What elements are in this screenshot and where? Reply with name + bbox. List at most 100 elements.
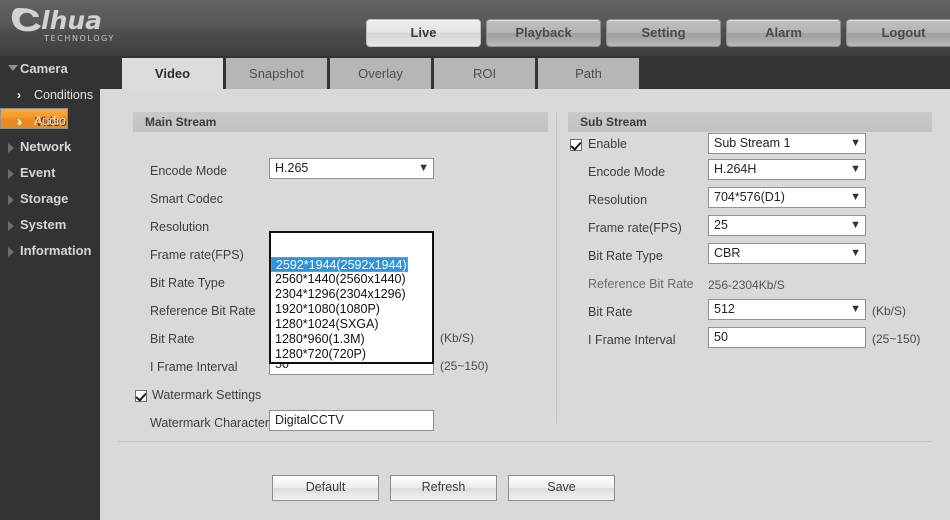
tab-path[interactable]: Path [538,58,639,89]
chevron-down-icon: ▼ [850,137,861,149]
topnav-playback[interactable]: Playback [486,19,601,47]
topnav-alarm[interactable]: Alarm [726,19,841,47]
tab-video[interactable]: Video [122,58,223,89]
resolution-option[interactable]: 2560*1440(2560x1440) [271,272,432,287]
main-i-frame-interval-range: (25~150) [440,359,489,373]
sub-stream-enable-checkbox[interactable] [570,139,582,151]
sidebar-item-storage[interactable]: Storage [0,186,100,212]
sidebar-label-audio: Audio [34,114,66,128]
top-navigation: Live Playback Setting Alarm Logout [366,19,950,47]
sub-i-frame-interval-input[interactable]: 50 [708,327,866,348]
sub-i-frame-interval-value: 50 [714,330,728,344]
sub-i-frame-interval-range: (25~150) [872,332,921,346]
triangle-right-icon [8,247,14,257]
sidebar-item-conditions[interactable]: › Conditions [0,82,100,108]
label-main-bit-rate: Bit Rate [150,332,195,346]
label-main-resolution: Resolution [150,220,210,234]
sub-resolution-value: 704*576(D1) [714,190,785,204]
triangle-right-icon [8,143,14,153]
resolution-option[interactable]: 2304*1296(2304x1296) [271,287,432,302]
sidebar-label-storage: Storage [20,191,69,206]
svg-text:TECHNOLOGY: TECHNOLOGY [43,34,115,43]
main-stream-header: Main Stream [133,112,548,132]
watermark-character-value: DigitalCCTV [275,413,344,427]
sub-bit-rate-type-select[interactable]: CBR ▼ [708,243,866,264]
label-main-frame-rate: Frame rate(FPS) [150,248,244,262]
label-watermark-character: Watermark Character [150,416,270,430]
sidebar-item-system[interactable]: System [0,212,100,238]
label-main-bit-rate-type: Bit Rate Type [150,276,225,290]
footer-divider [118,441,932,442]
sidebar-label-system: System [20,217,67,232]
watermark-settings-checkbox[interactable] [135,390,147,402]
footer-button-row: Default Refresh Save [272,475,615,501]
sub-bit-rate-type-value: CBR [714,246,741,260]
sidebar-label-camera: Camera [20,61,68,76]
tab-roi[interactable]: ROI [434,58,535,89]
sidebar-item-camera[interactable]: Camera [0,56,100,82]
chevron-down-icon: ▼ [418,162,429,174]
resolution-dropdown-open[interactable]: 2592*1944(2592x1944) 2688*1520(2688x1520… [269,231,434,364]
chevron-down-icon: ▼ [850,219,861,231]
label-sub-enable: Enable [588,137,627,151]
sub-stream-value: Sub Stream 1 [714,136,791,150]
sidebar-item-audio[interactable]: › Audio [0,108,100,134]
label-sub-resolution: Resolution [588,193,648,207]
dahua-logo: lhua TECHNOLOGY [8,2,158,46]
topnav-logout[interactable]: Logout [846,19,950,47]
sub-encode-mode-select[interactable]: H.264H ▼ [708,159,866,180]
label-watermark-settings: Watermark Settings [152,388,262,402]
watermark-character-input[interactable]: DigitalCCTV [269,410,434,431]
topnav-live[interactable]: Live [366,19,481,47]
label-sub-i-frame-interval: I Frame Interval [588,333,676,347]
tab-overlay[interactable]: Overlay [330,58,431,89]
tab-snapshot[interactable]: Snapshot [226,58,327,89]
video-settings-panel: Main Stream Encode Mode H.265 ▼ Smart Co… [100,89,950,520]
label-sub-bit-rate-type: Bit Rate Type [588,249,663,263]
dropdown-blank-row [271,233,432,257]
sub-frame-rate-select[interactable]: 25 ▼ [708,215,866,236]
sub-reference-bit-rate-value: 256-2304Kb/S [708,278,785,292]
resolution-option[interactable]: 1280*720(720P) [271,347,432,362]
topnav-setting[interactable]: Setting [606,19,721,47]
main-encode-mode-select[interactable]: H.265 ▼ [269,158,434,179]
sidebar-label-information: Information [20,243,92,258]
default-button[interactable]: Default [272,475,379,501]
sub-encode-mode-value: H.264H [714,162,757,176]
content-area: Video Snapshot Overlay ROI Path Main Str… [100,56,950,520]
tab-strip: Video Snapshot Overlay ROI Path [100,56,950,89]
sub-resolution-select[interactable]: 704*576(D1) ▼ [708,187,866,208]
resolution-option[interactable]: 2592*1944(2592x1944) [271,257,408,272]
save-button[interactable]: Save [508,475,615,501]
sidebar-item-event[interactable]: Event [0,160,100,186]
main-encode-mode-value: H.265 [275,161,309,175]
sidebar-item-information[interactable]: Information [0,238,100,264]
chevron-down-icon: ▼ [850,163,861,175]
triangle-down-icon [8,65,18,71]
chevron-down-icon: ▼ [850,303,861,315]
sidebar: Camera › Conditions › Video › Audio Netw… [0,56,100,520]
svg-text:lhua: lhua [41,6,102,35]
label-main-encode-mode: Encode Mode [150,164,228,178]
chevron-right-icon: › [17,114,21,128]
label-sub-bit-rate: Bit Rate [588,305,633,319]
refresh-button[interactable]: Refresh [390,475,497,501]
sub-frame-rate-value: 25 [714,218,728,232]
triangle-right-icon [8,221,14,231]
chevron-right-icon: › [17,88,21,102]
label-main-reference-bit-rate: Reference Bit Rate [150,304,256,318]
triangle-right-icon [8,169,14,179]
resolution-option[interactable]: 1920*1080(1080P) [271,302,432,317]
label-main-i-frame-interval: I Frame Interval [150,360,238,374]
sidebar-label-network: Network [20,139,72,154]
sub-stream-select[interactable]: Sub Stream 1 ▼ [708,133,866,154]
sub-bit-rate-select[interactable]: 512 ▼ [708,299,866,320]
sub-bit-rate-value: 512 [714,302,735,316]
sidebar-label-event: Event [20,165,56,180]
label-main-smart-codec: Smart Codec [150,192,223,206]
sidebar-item-network[interactable]: Network [0,134,100,160]
resolution-option[interactable]: 1280*1024(SXGA) [271,317,432,332]
label-sub-frame-rate: Frame rate(FPS) [588,221,682,235]
resolution-option[interactable]: 1280*960(1.3M) [271,332,432,347]
app-header: lhua TECHNOLOGY Live Playback Setting Al… [0,0,950,56]
